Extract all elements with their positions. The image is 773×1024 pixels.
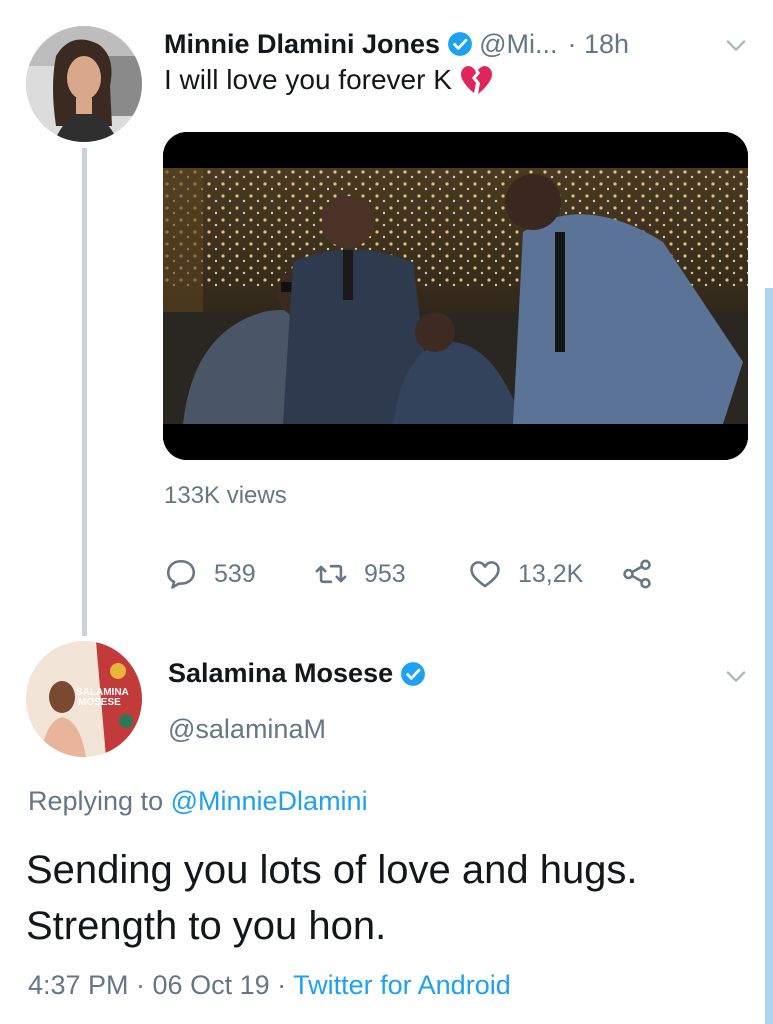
scrollbar[interactable] (765, 288, 773, 1024)
share-icon (623, 559, 651, 589)
avatar-photo (26, 26, 142, 142)
author-name[interactable]: Minnie Dlamini Jones (164, 29, 440, 60)
avatar-photo: SALAMINA MOSESE (26, 641, 142, 757)
retweet-icon (315, 564, 347, 584)
reply-text: Sending you lots of love and hugs. Stren… (26, 848, 638, 948)
chevron-down-icon[interactable] (722, 662, 750, 690)
share-button[interactable] (620, 556, 654, 592)
broken-heart-icon (460, 66, 492, 94)
replying-mention-link[interactable]: @MinnieDlamini (171, 786, 368, 816)
like-button[interactable]: 13,2K (468, 556, 583, 592)
like-count: 13,2K (518, 559, 584, 588)
verified-badge-icon (401, 661, 426, 686)
tweet-header: Minnie Dlamini Jones @Mi... · 18h (164, 26, 629, 62)
view-count: 133K views (164, 482, 287, 509)
heart-icon (470, 561, 500, 588)
avatar-text-2: MOSESE (78, 697, 121, 708)
tweet-text: I will love you forever K (164, 64, 492, 96)
retweet-count: 953 (364, 559, 406, 588)
thread-connector-line (82, 148, 87, 636)
reply-author-handle[interactable]: @salaminaM (168, 714, 326, 745)
reply-header: Salamina Mosese (168, 658, 426, 689)
reply-count: 539 (214, 559, 256, 588)
author-handle[interactable]: @Mi... (479, 29, 557, 60)
video-thumbnail[interactable] (163, 132, 748, 460)
retweet-button[interactable]: 953 (314, 556, 406, 592)
replying-to: Replying to @MinnieDlamini (28, 786, 368, 817)
reply-button[interactable]: 539 (164, 556, 256, 592)
reply-author-name[interactable]: Salamina Mosese (168, 658, 393, 689)
tweet-text-content: I will love you forever K (164, 64, 452, 95)
reply-icon (166, 559, 196, 589)
reply-meta: 4:37 PM · 06 Oct 19 · Twitter for Androi… (28, 970, 511, 1001)
reply-timestamp: 4:37 PM · 06 Oct 19 · (28, 970, 294, 1000)
verified-badge-icon (448, 32, 472, 56)
source-link[interactable]: Twitter for Android (293, 970, 511, 1000)
tweet-time[interactable]: · 18h (567, 29, 629, 60)
chevron-down-icon[interactable] (722, 31, 750, 59)
avatar-salamina[interactable]: SALAMINA MOSESE (26, 641, 142, 757)
avatar-minnie[interactable] (26, 26, 142, 142)
video-still (163, 132, 748, 460)
replying-prefix: Replying to (28, 786, 164, 816)
